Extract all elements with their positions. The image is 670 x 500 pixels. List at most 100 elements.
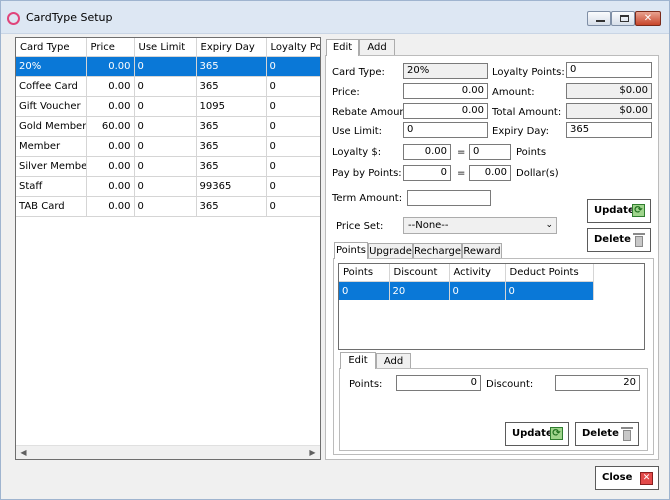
cell-use-limit: 0 (134, 136, 197, 157)
points-table[interactable]: Points Discount Activity Deduct Points 0… (338, 263, 645, 350)
table-row[interactable]: 0 20 0 0 (339, 281, 594, 300)
app-ring-icon (7, 12, 20, 25)
cell-loyalty: 0 (266, 176, 320, 197)
update-button[interactable]: Update ⟳ (587, 199, 651, 223)
tab-points[interactable]: Points (334, 242, 368, 259)
points-delete-button[interactable]: Delete (575, 422, 639, 446)
cell-use-limit: 0 (134, 156, 197, 177)
card-type-grid[interactable]: Card Type Price Use Limit Expiry Day Loy… (15, 37, 321, 460)
cell-use-limit: 0 (134, 116, 197, 137)
cell-loyalty: 0 (266, 96, 320, 117)
sub-points-label: Points: (349, 379, 383, 390)
refresh-icon: ⟳ (632, 204, 645, 217)
pay-dollar-field[interactable]: 0.00 (469, 165, 511, 181)
amount-label: Amount: (492, 87, 535, 98)
cell-expiry-day: 365 (196, 76, 267, 97)
col-deduct-points[interactable]: Deduct Points (505, 264, 594, 282)
cell-loyalty: 0 (266, 136, 320, 157)
loyalty-dollar-field[interactable]: 0.00 (403, 144, 451, 160)
table-row[interactable]: Member 0.00 0 365 0 (16, 136, 320, 157)
points-unit-label: Points (516, 147, 547, 158)
term-amount-field[interactable] (407, 190, 491, 206)
col-loyalty-points[interactable]: Loyalty Points (266, 38, 320, 57)
total-amount-field[interactable]: $0.00 (566, 103, 652, 119)
rebate-amount-field[interactable]: 0.00 (403, 103, 488, 119)
term-amount-label: Term Amount: (332, 193, 403, 204)
pay-points-field[interactable]: 0 (403, 165, 451, 181)
use-limit-field[interactable]: 0 (403, 122, 488, 138)
price-set-value: --None-- (408, 220, 449, 231)
amount-field[interactable]: $0.00 (566, 83, 652, 99)
sub-points-field[interactable]: 0 (396, 375, 481, 391)
trash-icon (621, 427, 633, 441)
sub-tab-edit[interactable]: Edit (340, 352, 376, 369)
scroll-left-icon[interactable]: ◀ (17, 446, 30, 459)
cell-price: 0.00 (86, 56, 135, 77)
close-button-label: Close (602, 472, 633, 483)
cell-price: 0.00 (86, 76, 135, 97)
col-activity[interactable]: Activity (449, 264, 506, 282)
table-row[interactable]: Gift Voucher 0.00 0 1095 0 (16, 96, 320, 117)
table-row[interactable]: Silver Member 0.00 0 365 0 (16, 156, 320, 177)
table-row[interactable]: Staff 0.00 0 99365 0 (16, 176, 320, 197)
cell-card-type: Gift Voucher (16, 96, 87, 117)
col-discount[interactable]: Discount (389, 264, 450, 282)
cell-expiry-day: 365 (196, 196, 267, 217)
col-card-type[interactable]: Card Type (16, 38, 87, 57)
card-type-field[interactable]: 20% (403, 63, 488, 79)
loyalty-dollar-label: Loyalty $: (332, 147, 382, 158)
rebate-amount-label: Rebate Amount: (332, 107, 414, 118)
tab-edit[interactable]: Edit (326, 39, 359, 56)
col-points[interactable]: Points (339, 264, 390, 282)
minimize-icon (596, 20, 605, 22)
card-type-label: Card Type: (332, 67, 385, 78)
loyalty-points-right-field[interactable]: 0 (566, 62, 652, 78)
cell-use-limit: 0 (134, 196, 197, 217)
cell-card-type: Coffee Card (16, 76, 87, 97)
delete-button[interactable]: Delete (587, 228, 651, 252)
table-row[interactable]: Gold Member 60.00 0 365 0 (16, 116, 320, 137)
cell-expiry-day: 1095 (196, 96, 267, 117)
scroll-right-icon[interactable]: ▶ (306, 446, 319, 459)
title-bar[interactable]: CardType Setup ✕ (1, 1, 669, 34)
price-field[interactable]: 0.00 (403, 83, 488, 99)
table-row[interactable]: Coffee Card 0.00 0 365 0 (16, 76, 320, 97)
price-label: Price: (332, 87, 360, 98)
expiry-day-field[interactable]: 365 (566, 122, 652, 138)
cell-use-limit: 0 (134, 176, 197, 197)
cardtype-setup-window: CardType Setup ✕ Card Type Price Use Lim… (0, 0, 670, 500)
loyalty-points-field[interactable]: 0 (469, 144, 511, 160)
sub-discount-field[interactable]: 20 (555, 375, 640, 391)
loyalty-points-label: Loyalty Points: (492, 67, 565, 78)
chevron-down-icon: ⌄ (545, 220, 553, 230)
col-expiry-day[interactable]: Expiry Day (196, 38, 267, 57)
cell-card-type: TAB Card (16, 196, 87, 217)
window-close-button[interactable]: ✕ (635, 11, 661, 26)
cell-expiry-day: 365 (196, 56, 267, 77)
cell-card-type: Staff (16, 176, 87, 197)
points-header-row: Points Discount Activity Deduct Points (339, 264, 594, 282)
col-price[interactable]: Price (86, 38, 135, 57)
col-use-limit[interactable]: Use Limit (134, 38, 197, 57)
table-row[interactable]: TAB Card 0.00 0 365 0 (16, 196, 320, 217)
cell-use-limit: 0 (134, 96, 197, 117)
dollars-unit-label: Dollar(s) (516, 168, 559, 179)
close-button[interactable]: Close ✕ (595, 466, 659, 490)
cell-loyalty: 0 (266, 156, 320, 177)
cell-expiry-day: 365 (196, 116, 267, 137)
cell-card-type: Member (16, 136, 87, 157)
table-row[interactable]: 20% 0.00 0 365 0 (16, 56, 320, 77)
grid-horizontal-scrollbar[interactable]: ◀ ▶ (16, 445, 320, 459)
expiry-day-label: Expiry Day: (492, 126, 549, 137)
minimize-button[interactable] (587, 11, 611, 26)
cell-expiry-day: 365 (196, 136, 267, 157)
maximize-button[interactable] (611, 11, 635, 26)
tab-add[interactable]: Add (359, 39, 395, 56)
update-button-label: Update (594, 205, 635, 216)
close-x-icon: ✕ (640, 472, 653, 485)
cell-price: 0.00 (86, 176, 135, 197)
points-delete-label: Delete (582, 428, 619, 439)
points-update-button[interactable]: Update ⟳ (505, 422, 569, 446)
price-set-select[interactable]: --None-- ⌄ (403, 217, 557, 234)
trash-icon (633, 233, 645, 247)
